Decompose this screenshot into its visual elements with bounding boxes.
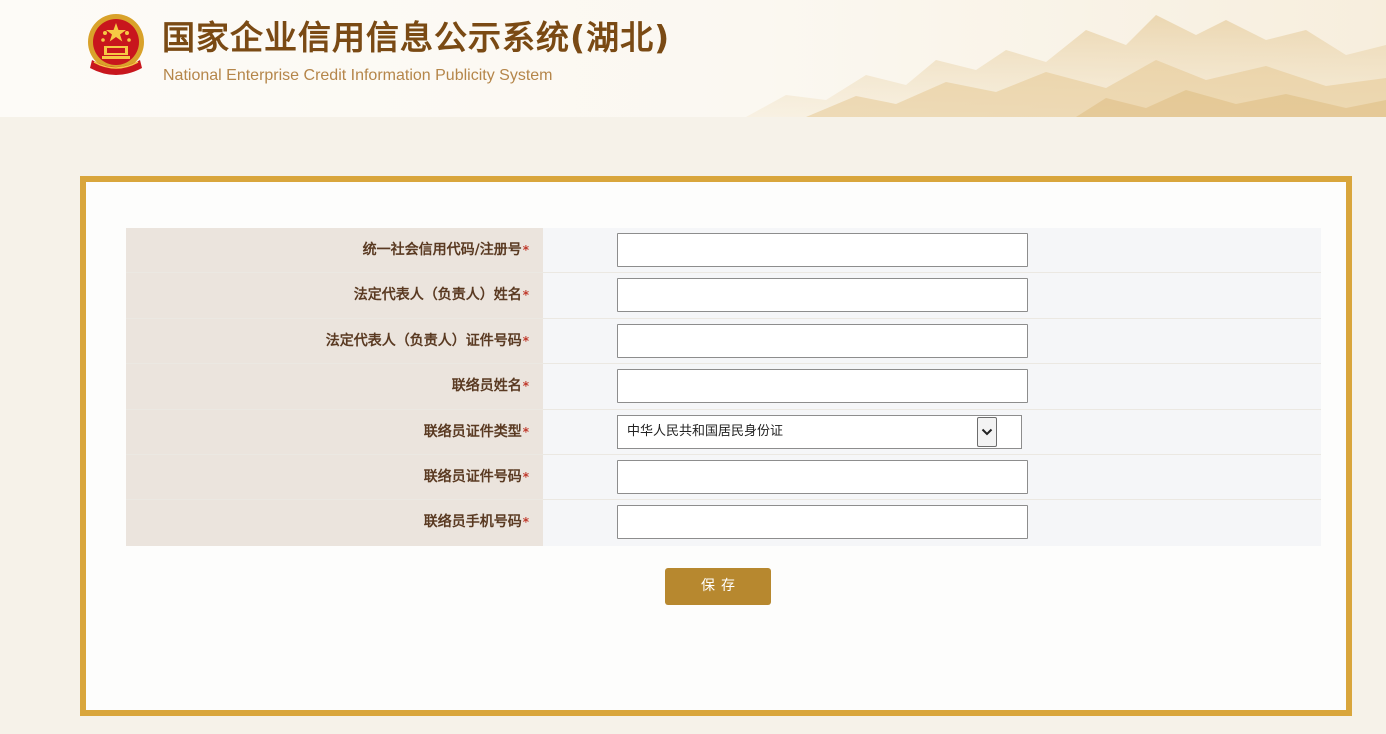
credit-code-input[interactable] xyxy=(617,233,1028,267)
form-row-legal-rep-name: 法定代表人（负责人）姓名* xyxy=(126,273,1321,319)
form-row-contact-phone: 联络员手机号码* xyxy=(126,500,1321,546)
site-subtitle: National Enterprise Credit Information P… xyxy=(163,67,553,84)
chevron-down-icon xyxy=(981,428,993,435)
form-label: 联络员姓名* xyxy=(126,364,543,409)
national-emblem-icon xyxy=(88,14,144,75)
required-mark: * xyxy=(522,333,529,348)
form-label: 联络员手机号码* xyxy=(126,500,543,546)
required-mark: * xyxy=(522,515,529,530)
form-row-legal-rep-id: 法定代表人（负责人）证件号码* xyxy=(126,318,1321,365)
mountain-landscape-decoration xyxy=(746,15,1386,117)
required-mark: * xyxy=(522,379,529,394)
contact-phone-input[interactable] xyxy=(617,505,1028,540)
required-mark: * xyxy=(522,469,529,484)
form-label: 法定代表人（负责人）姓名* xyxy=(126,273,543,318)
registration-form: 统一社会信用代码/注册号* 法定代表人（负责人）姓名* 法定代表人（负责人）证件… xyxy=(126,228,1321,546)
form-row-contact-id-number: 联络员证件号码* xyxy=(126,454,1321,501)
form-row-contact-id-type: 联络员证件类型* 中华人民共和国居民身份证 xyxy=(126,409,1321,455)
form-label: 法定代表人（负责人）证件号码* xyxy=(126,318,543,364)
required-mark: * xyxy=(522,424,529,439)
form-label: 统一社会信用代码/注册号* xyxy=(126,228,543,273)
dropdown-button[interactable] xyxy=(977,416,997,447)
required-mark: * xyxy=(522,288,529,303)
form-label: 联络员证件号码* xyxy=(126,454,543,500)
contact-id-type-select[interactable]: 中华人民共和国居民身份证 xyxy=(617,414,1022,449)
form-label: 联络员证件类型* xyxy=(126,409,543,454)
contact-name-input[interactable] xyxy=(617,369,1028,404)
select-value: 中华人民共和国居民身份证 xyxy=(627,423,784,439)
site-title: 国家企业信用信息公示系统(湖北) xyxy=(162,18,671,57)
form-card: 统一社会信用代码/注册号* 法定代表人（负责人）姓名* 法定代表人（负责人）证件… xyxy=(80,176,1352,716)
contact-id-number-input[interactable] xyxy=(617,459,1028,494)
legal-rep-name-input[interactable] xyxy=(617,278,1028,313)
legal-rep-id-input[interactable] xyxy=(617,323,1028,358)
site-header: 国家企业信用信息公示系统(湖北) National Enterprise Cre… xyxy=(0,0,1386,117)
form-row-credit-code: 统一社会信用代码/注册号* xyxy=(126,228,1321,274)
form-row-contact-name: 联络员姓名* xyxy=(126,364,1321,410)
required-mark: * xyxy=(522,243,529,257)
save-button[interactable]: 保存 xyxy=(665,568,771,605)
